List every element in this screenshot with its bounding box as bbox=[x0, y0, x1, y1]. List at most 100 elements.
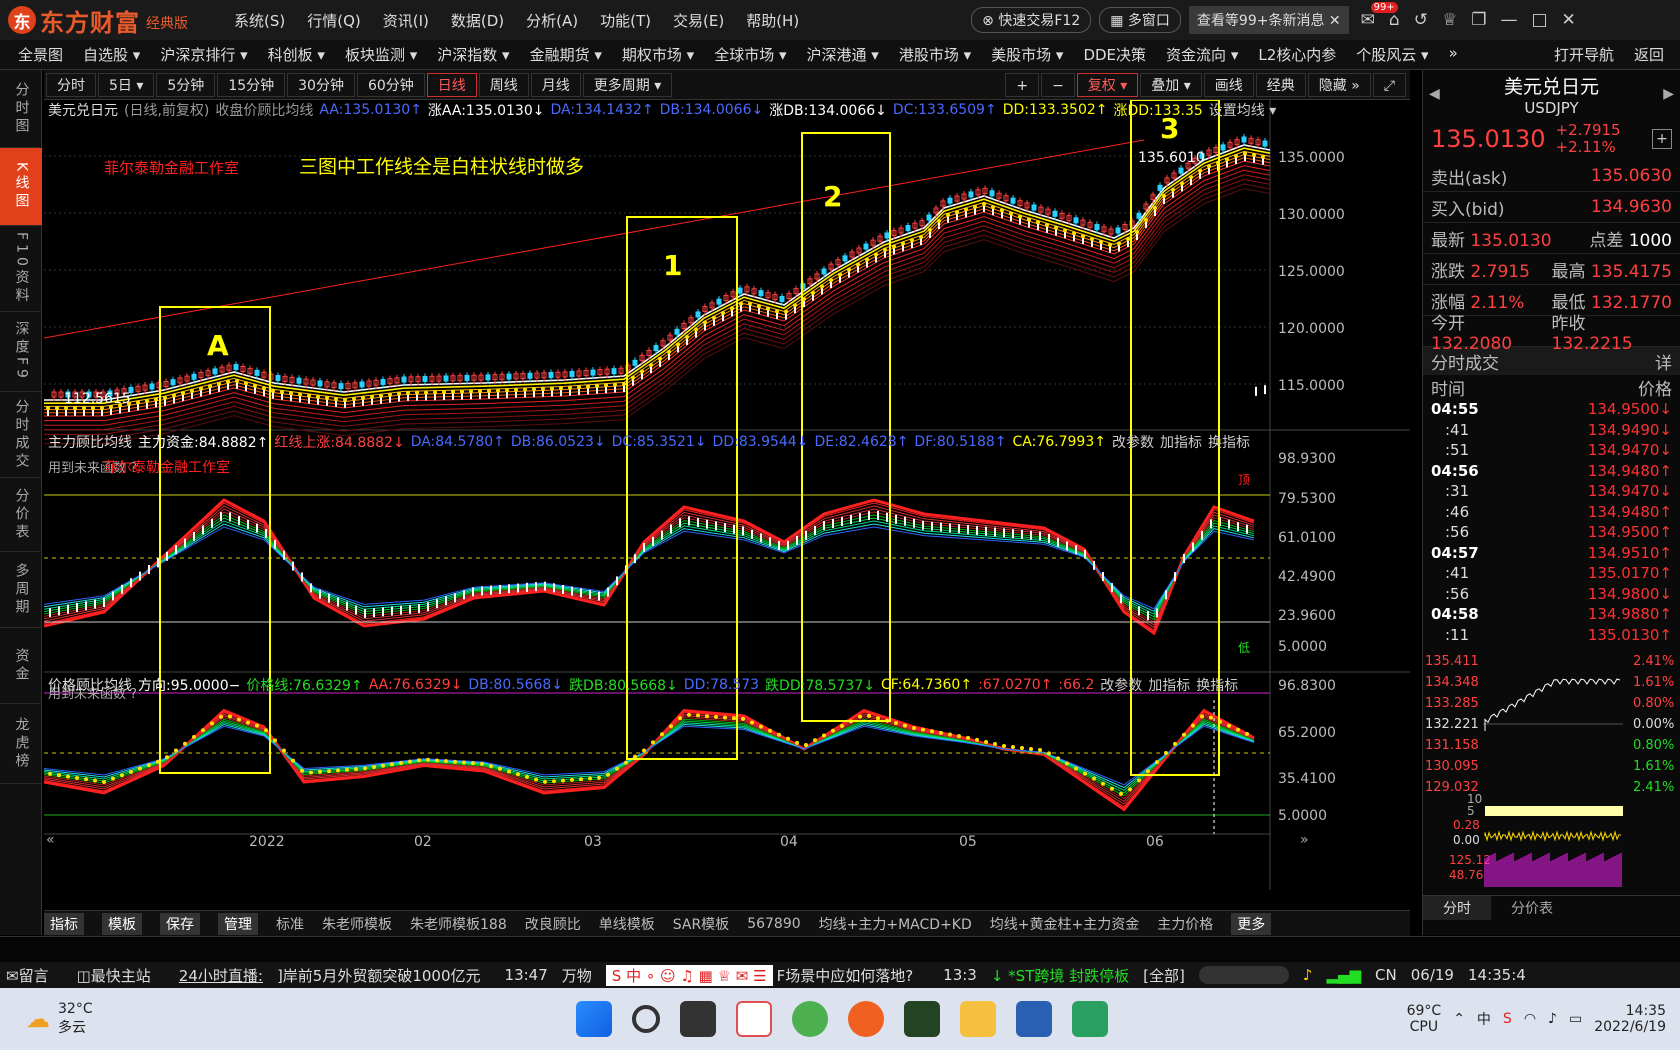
st-alert[interactable]: ↓ *ST跨境 封跌停板 bbox=[991, 965, 1129, 986]
sidebar-item[interactable]: K线图 bbox=[0, 148, 42, 226]
snipping-tool-icon[interactable] bbox=[736, 1001, 772, 1037]
multi-window-button[interactable]: ▦ 多窗口 bbox=[1099, 7, 1181, 33]
live-label[interactable]: 24小时直播: bbox=[179, 965, 263, 986]
template-tab[interactable]: 模板 bbox=[102, 912, 142, 935]
windows-start-icon[interactable] bbox=[576, 1001, 612, 1037]
chart-tool-button[interactable]: ⤢ bbox=[1372, 72, 1406, 97]
period-tab[interactable]: 15分钟 bbox=[217, 72, 286, 97]
mail-icon[interactable]: ✉ 99+ bbox=[1361, 2, 1398, 30]
sidebar-item[interactable]: 龙虎榜 bbox=[0, 704, 42, 784]
period-tab[interactable]: 60分钟 bbox=[356, 72, 425, 97]
search-box[interactable] bbox=[1198, 966, 1289, 984]
template-tab[interactable]: 标准 bbox=[276, 914, 304, 934]
period-tab[interactable]: 月线 bbox=[530, 72, 581, 97]
chart-tool-button[interactable]: 复权 ▾ bbox=[1076, 72, 1139, 97]
bell-icon[interactable]: ♪ bbox=[1303, 966, 1313, 984]
close-icon[interactable]: ✕ bbox=[1562, 10, 1576, 30]
skin-icon[interactable]: ♕ bbox=[1442, 10, 1457, 30]
template-tab[interactable]: 均线+黄金柱+主力资金 bbox=[990, 914, 1139, 934]
intraday-mini-chart[interactable]: 135.411 134.348 133.285 132.221 131.158 130.0… bbox=[1423, 651, 1679, 891]
cpu-temp[interactable]: 69°C CPU bbox=[1407, 1003, 1442, 1035]
detail-icon[interactable]: 详 bbox=[1655, 349, 1672, 374]
nav-item[interactable]: 沪深港通 ▾ bbox=[807, 44, 879, 65]
indicator-action-button[interactable]: 换指标 bbox=[1196, 675, 1238, 695]
nav-item[interactable]: » bbox=[1449, 44, 1458, 65]
menu-item[interactable]: 系统(S) bbox=[234, 10, 285, 31]
back-icon[interactable]: ↺ bbox=[1414, 10, 1428, 30]
sidebar-item[interactable]: 深度F9 bbox=[0, 312, 42, 392]
word-icon[interactable] bbox=[1016, 1001, 1052, 1037]
indicator-action-button[interactable]: 加指标 bbox=[1148, 675, 1190, 695]
return-button[interactable]: 返回 bbox=[1634, 44, 1664, 65]
volume-icon[interactable]: ♪ bbox=[1548, 1011, 1557, 1027]
period-tab[interactable]: 5日 ▾ bbox=[98, 72, 155, 97]
battery-icon[interactable]: ▭ bbox=[1569, 1011, 1582, 1027]
nav-item[interactable]: 资金流向 ▾ bbox=[1166, 44, 1238, 65]
template-tab[interactable]: 主力价格 bbox=[1157, 914, 1213, 934]
ime-icon[interactable]: 中 bbox=[1477, 1009, 1491, 1029]
nav-item[interactable]: 板块监测 ▾ bbox=[345, 44, 417, 65]
nav-item[interactable]: L2核心内参 bbox=[1258, 44, 1336, 65]
message-button[interactable]: ✉留言 bbox=[6, 965, 63, 986]
news-headline-2[interactable]: F场景中应如何落地? bbox=[777, 965, 914, 986]
template-tab[interactable]: 朱老师模板 bbox=[322, 914, 392, 934]
chart-app-icon[interactable] bbox=[904, 1001, 940, 1037]
server-button[interactable]: ◫最快主站 bbox=[77, 965, 165, 986]
nav-item[interactable]: 全景图 bbox=[18, 44, 63, 65]
indicator-name[interactable]: 价格顾比均线 bbox=[48, 675, 132, 695]
menu-item[interactable]: 行情(Q) bbox=[307, 10, 361, 31]
indicator-action-button[interactable]: 换指标 bbox=[1208, 432, 1250, 452]
template-tab[interactable]: 单线模板 bbox=[599, 914, 655, 934]
task-view-icon[interactable] bbox=[680, 1001, 716, 1037]
nav-item[interactable]: 全球市场 ▾ bbox=[714, 44, 786, 65]
nav-item[interactable]: 沪深京排行 ▾ bbox=[160, 44, 247, 65]
period-tab[interactable]: 30分钟 bbox=[287, 72, 355, 97]
period-tab[interactable]: 周线 bbox=[478, 72, 529, 97]
menu-item[interactable]: 功能(T) bbox=[600, 10, 651, 31]
template-tab[interactable]: 改良顾比 bbox=[525, 914, 581, 934]
tick-list[interactable]: 04:55 134.9500↓:41 134.9490↓:51 134.9470↓ 04… bbox=[1423, 399, 1680, 645]
indicator-action-button[interactable]: 加指标 bbox=[1160, 432, 1202, 452]
template-tab[interactable]: 567890 bbox=[747, 916, 800, 932]
maximize-icon[interactable]: □ bbox=[1531, 10, 1547, 30]
period-tab[interactable]: 更多周期 ▾ bbox=[582, 72, 673, 97]
news-headline[interactable]: ]岸前5月外贸额突破1000亿元 bbox=[277, 965, 481, 986]
nav-item[interactable]: 美股市场 ▾ bbox=[991, 44, 1063, 65]
menu-item[interactable]: 资讯(I) bbox=[383, 10, 429, 31]
sidebar-item[interactable]: 分时图 bbox=[0, 70, 42, 148]
pdf-icon[interactable] bbox=[1072, 1001, 1108, 1037]
menu-item[interactable]: 数据(D) bbox=[451, 10, 504, 31]
sogou-icon[interactable]: S bbox=[1503, 1011, 1512, 1027]
sidebar-item[interactable]: 资金 bbox=[0, 628, 42, 704]
indicator-name[interactable]: 主力顾比均线 bbox=[48, 432, 132, 452]
sidebar-item[interactable]: 分时成交 bbox=[0, 392, 42, 478]
template-tab[interactable]: 指标 bbox=[44, 912, 84, 935]
nav-item[interactable]: 自选股 ▾ bbox=[83, 44, 140, 65]
chart-tool-button[interactable]: 叠加 ▾ bbox=[1140, 72, 1202, 97]
template-tab[interactable]: 均线+主力+MACD+KD bbox=[819, 914, 972, 934]
eastmoney-app-icon[interactable] bbox=[848, 1001, 884, 1037]
next-symbol-icon[interactable]: ▶ bbox=[1663, 86, 1674, 102]
news-scope[interactable]: [全部] bbox=[1143, 965, 1185, 986]
notice-button[interactable]: 查看等99+条新消息 ✕ bbox=[1188, 6, 1349, 34]
minimize-icon[interactable]: — bbox=[1500, 10, 1517, 30]
nav-item[interactable]: DDE决策 bbox=[1083, 44, 1146, 65]
chart-canvas[interactable]: 135.0000130.0000125.0000120.0000115.0000… bbox=[44, 100, 1410, 910]
kline-chart-area[interactable]: 135.0000 130.0000 125.0000 120.0000 115.0000… bbox=[44, 100, 1410, 910]
add-watchlist-icon[interactable]: + bbox=[1652, 129, 1672, 149]
tab-intraday[interactable]: 分时 bbox=[1423, 896, 1491, 920]
indicator-name[interactable]: 美元兑日元 bbox=[48, 100, 118, 120]
chevron-up-icon[interactable]: ⌃ bbox=[1453, 1011, 1465, 1027]
template-tab[interactable]: 管理 bbox=[218, 912, 258, 935]
indicator-action-button[interactable]: 改参数 bbox=[1100, 675, 1142, 695]
clock[interactable]: 14:35 2022/6/19 bbox=[1594, 1003, 1666, 1035]
weather-widget[interactable]: ☁ 32°C 多云 bbox=[26, 1001, 266, 1037]
template-tab[interactable]: 朱老师模板188 bbox=[410, 914, 507, 934]
wifi-icon[interactable]: ◠ bbox=[1524, 1011, 1536, 1027]
prev-symbol-icon[interactable]: ◀ bbox=[1429, 86, 1440, 102]
chart-tool-button[interactable]: + bbox=[1005, 72, 1040, 97]
nav-item[interactable]: 金融期货 ▾ bbox=[530, 44, 602, 65]
template-tab[interactable]: 更多 bbox=[1231, 912, 1272, 935]
menu-item[interactable]: 帮助(H) bbox=[746, 10, 799, 31]
menu-item[interactable]: 分析(A) bbox=[526, 10, 578, 31]
